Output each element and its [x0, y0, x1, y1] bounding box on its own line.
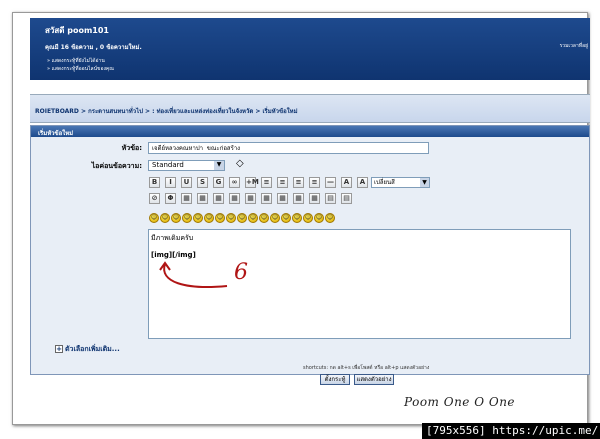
toolbar-button-8[interactable]: ≡ — [261, 177, 272, 188]
title-input[interactable] — [148, 142, 429, 154]
smiley-icon-8[interactable]: ☺ — [226, 213, 236, 223]
more-options-label: ตัวเลือกเพิ่มเติม... — [65, 345, 120, 353]
welcome-greeting: สวัสดี poom101 — [45, 26, 109, 35]
toolbar-button-7[interactable]: +M — [245, 177, 259, 188]
smiley-icon-14[interactable]: ☺ — [292, 213, 302, 223]
toolbar-button-10[interactable]: ▦ — [293, 193, 304, 204]
toolbar-button-8[interactable]: ▦ — [261, 193, 272, 204]
chevron-down-icon: ▼ — [420, 178, 429, 187]
message-icon-select[interactable]: Standard ▼ — [148, 160, 225, 171]
toolbar-button-12[interactable]: — — [325, 177, 336, 188]
toolbar-button-11[interactable]: ▦ — [309, 193, 320, 204]
watermark-signature: Poom One O One — [404, 395, 516, 409]
breadcrumb[interactable]: ROIETBOARD > กระดานสนทนาทั่วไป > : ท่องเ… — [35, 106, 298, 116]
toolbar-button-3[interactable]: U — [181, 177, 192, 188]
icon-label: ไอค่อนข้อความ: — [91, 162, 142, 170]
toolbar-button-2[interactable]: I — [165, 177, 176, 188]
toolbar-button-5[interactable]: G — [213, 177, 224, 188]
message-icon-value: Standard — [152, 161, 184, 169]
more-options-link[interactable]: + ตัวเลือกเพิ่มเติม... — [55, 344, 120, 355]
toolbar-button-6[interactable]: ∞ — [229, 177, 240, 188]
message-counts[interactable]: คุณมี 16 ข้อความ , 0 ข้อความใหม่. — [45, 42, 142, 52]
smiley-icon-6[interactable]: ☺ — [204, 213, 214, 223]
smiley-icon-4[interactable]: ☺ — [182, 213, 192, 223]
smiley-icon-10[interactable]: ☺ — [248, 213, 258, 223]
toolbar-button-5[interactable]: ▦ — [213, 193, 224, 204]
smiley-icon-15[interactable]: ☺ — [303, 213, 313, 223]
title-label: หัวข้อ: — [121, 144, 142, 152]
welcome-bar: สวัสดี poom101 คุณมี 16 ข้อความ , 0 ข้อค… — [30, 18, 590, 80]
font-color-select[interactable]: เปลี่ยนสี ▼ — [371, 177, 430, 188]
smiley-icon-3[interactable]: ☺ — [171, 213, 181, 223]
toolbar-button-13[interactable]: A — [341, 177, 352, 188]
plus-icon: + — [55, 345, 63, 353]
navbar: ROIETBOARD > กระดานสนทนาทั่วไป > : ท่องเ… — [30, 94, 590, 123]
toolbar-button-7[interactable]: ▦ — [245, 193, 256, 204]
submit-button[interactable]: ตั้งกระทู้ — [320, 374, 350, 385]
toolbar-button-14[interactable]: A — [357, 177, 368, 188]
panel-heading: เริ่มหัวข้อใหม่ — [31, 126, 589, 137]
toolbar-button-3[interactable]: ▦ — [181, 193, 192, 204]
smiley-icon-13[interactable]: ☺ — [281, 213, 291, 223]
smiley-icon-12[interactable]: ☺ — [270, 213, 280, 223]
toolbar-button-10[interactable]: ≡ — [293, 177, 304, 188]
toolbar-button-9[interactable]: ▦ — [277, 193, 288, 204]
preview-button[interactable]: แสดงตัวอย่าง — [354, 374, 394, 385]
unread-threads-link[interactable]: » แสดงกระทู้ที่ยังไม่ได้อ่าน — [47, 57, 105, 65]
message-editor[interactable]: มีภาพเดิมครับ [img][/img] 6 — [148, 229, 571, 339]
time-online-label: รวมเวลาที่อยู่ — [559, 43, 588, 49]
toolbar-button-1[interactable]: B — [149, 177, 160, 188]
toolbar-button-9[interactable]: ≡ — [277, 177, 288, 188]
smiley-icon-17[interactable]: ☺ — [325, 213, 335, 223]
shortcuts-hint: shortcuts: กด alt+s เพื่อโพสต์ หรือ alt+… — [303, 365, 430, 371]
smiley-icon-5[interactable]: ☺ — [193, 213, 203, 223]
annotation-number: 6 — [234, 260, 248, 285]
message-icon-preview-icon: ◇ — [236, 158, 244, 169]
toolbar-button-11[interactable]: ≡ — [309, 177, 320, 188]
toolbar-button-4[interactable]: S — [197, 177, 208, 188]
chevron-down-icon: ▼ — [214, 161, 224, 170]
font-color-value: เปลี่ยนสี — [374, 179, 395, 186]
image-host-banner: [795x556] https://upic.me/ — [422, 423, 600, 439]
toolbar-button-13[interactable]: ▤ — [341, 193, 352, 204]
smiley-icon-16[interactable]: ☺ — [314, 213, 324, 223]
smiley-icon-2[interactable]: ☺ — [160, 213, 170, 223]
toolbar-button-6[interactable]: ▦ — [229, 193, 240, 204]
smiley-icon-9[interactable]: ☺ — [237, 213, 247, 223]
toolbar-button-4[interactable]: ▦ — [197, 193, 208, 204]
editor-line-2: [img][/img] — [151, 251, 196, 259]
online-threads-link[interactable]: » แสดงกระทู้ที่ออนไลน์ของคุณ — [47, 65, 114, 73]
toolbar-button-12[interactable]: ▤ — [325, 193, 336, 204]
smiley-icon-1[interactable]: ☺ — [149, 213, 159, 223]
editor-line-1: มีภาพเดิมครับ — [151, 234, 194, 242]
smiley-icon-11[interactable]: ☺ — [259, 213, 269, 223]
smiley-icon-7[interactable]: ☺ — [215, 213, 225, 223]
toolbar-button-2[interactable]: Φ — [165, 193, 176, 204]
toolbar-button-1[interactable]: ⊘ — [149, 193, 160, 204]
